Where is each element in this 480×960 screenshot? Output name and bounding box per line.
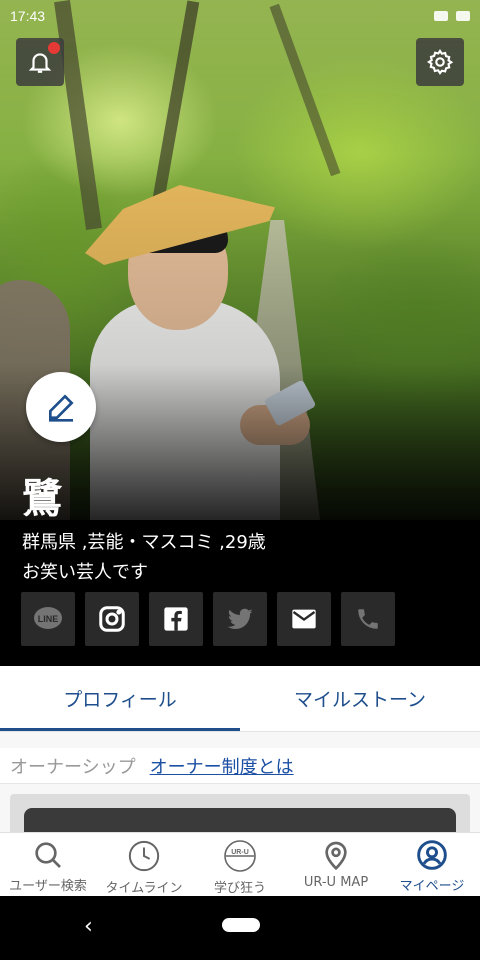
ownership-card [10, 794, 470, 838]
nav-timeline[interactable]: タイムライン [96, 833, 192, 896]
battery-icon [456, 11, 470, 21]
user-icon [417, 840, 447, 870]
tab-profile-label: プロフィール [63, 689, 177, 711]
profile-cover-photo [0, 0, 480, 520]
nav-my-page-label: マイページ [399, 879, 465, 894]
bottom-navigation: ユーザー検索 タイムライン UR-U 学び狂う UR-U MAP マイページ [0, 832, 480, 896]
twitter-button[interactable] [213, 592, 267, 646]
nav-my-page[interactable]: マイページ [384, 833, 480, 896]
gear-icon [426, 48, 454, 75]
pencil-icon [49, 394, 74, 422]
profile-name: 鷺 [22, 476, 62, 522]
nav-learning-label: 学び狂う [213, 881, 266, 896]
ownership-row: オーナーシップ オーナー制度とは [0, 748, 480, 784]
clock-icon [128, 840, 160, 872]
nav-timeline-label: タイムライン [105, 881, 183, 896]
facebook-button[interactable] [149, 592, 203, 646]
bell-icon [28, 53, 52, 73]
mail-icon [292, 609, 316, 629]
line-icon: LINE [34, 607, 62, 629]
facebook-icon [164, 607, 188, 631]
nav-user-search-label: ユーザー検索 [9, 879, 87, 894]
tab-milestones[interactable]: マイルストーン [240, 666, 480, 731]
notifications-button[interactable] [16, 38, 64, 86]
settings-button[interactable] [416, 38, 464, 86]
ownership-info-link[interactable]: オーナー制度とは [150, 753, 294, 779]
profile-bio: お笑い芸人です [22, 562, 148, 583]
instagram-button[interactable] [85, 592, 139, 646]
profile-meta: 群馬県 ,芸能・マスコミ ,29歳 [22, 532, 266, 553]
edit-profile-button[interactable] [26, 372, 96, 442]
status-icons [434, 11, 470, 21]
home-pill[interactable] [222, 918, 260, 932]
phone-icon [358, 609, 378, 629]
phone-button[interactable] [341, 592, 395, 646]
twitter-icon [227, 608, 253, 629]
svg-text:UR-U: UR-U [231, 849, 249, 856]
profile-screen: 17:43 鷺 群馬県 ,芸能・マスコミ ,29歳 お笑い芸人です LINE プ… [0, 0, 480, 960]
instagram-icon [99, 606, 125, 632]
social-links: LINE [21, 592, 395, 646]
tab-milestones-label: マイルストーン [293, 689, 427, 711]
status-time: 17:43 [10, 8, 46, 24]
line-button[interactable]: LINE [21, 592, 75, 646]
status-bar: 17:43 [0, 0, 480, 32]
ur-u-logo-icon: UR-U [224, 840, 256, 872]
nav-learning[interactable]: UR-U 学び狂う [192, 833, 288, 896]
svg-text:LINE: LINE [38, 614, 59, 624]
nav-map[interactable]: UR-U MAP [288, 833, 384, 896]
ownership-label: オーナーシップ [10, 756, 136, 778]
profile-tabs: プロフィール マイルストーン [0, 666, 480, 732]
signal-icon [434, 11, 448, 21]
map-pin-icon [325, 841, 347, 871]
nav-map-label: UR-U MAP [303, 875, 369, 890]
back-icon[interactable]: ‹ [84, 914, 93, 939]
nav-user-search[interactable]: ユーザー検索 [0, 833, 96, 896]
search-icon [35, 842, 61, 868]
system-navigation-bar: ‹ [0, 896, 480, 960]
notification-badge [48, 42, 60, 54]
mail-button[interactable] [277, 592, 331, 646]
tab-profile[interactable]: プロフィール [0, 666, 240, 731]
